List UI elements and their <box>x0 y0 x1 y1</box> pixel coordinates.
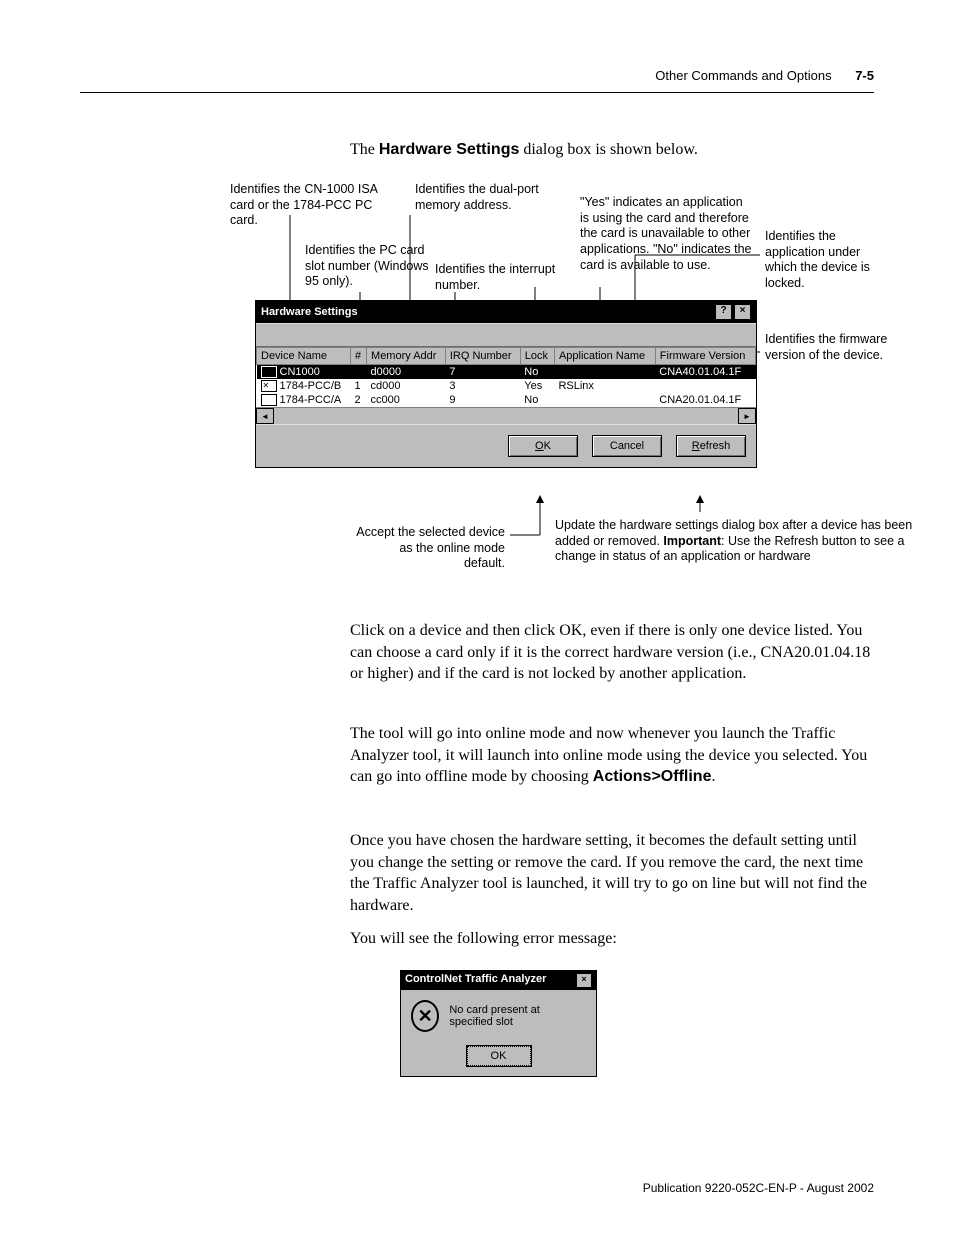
page: Other Commands and Options 7-5 The Hardw… <box>0 0 954 1235</box>
scroll-right-icon[interactable]: ► <box>738 408 756 424</box>
close-icon[interactable]: × <box>576 973 592 988</box>
table-row[interactable]: 1784-PCC/A2cc0009NoCNA20.01.04.1F <box>257 393 756 407</box>
error-titlebar: ControlNet Traffic Analyzer × <box>401 971 596 990</box>
section-title: Other Commands and Options <box>655 68 831 83</box>
device-icon <box>261 394 277 406</box>
error-message: No card present at specified slot <box>449 1004 586 1028</box>
callout-memory: Identifies the dual-port memory address. <box>415 182 545 213</box>
col-memory[interactable]: Memory Addr <box>367 348 446 365</box>
dialog-button-row: OK Cancel Refresh <box>256 424 756 467</box>
dialog-titlebar: Hardware Settings ? × <box>256 301 756 323</box>
close-icon[interactable]: × <box>734 304 751 320</box>
callout-slot: Identifies the PC card slot number (Wind… <box>305 243 435 290</box>
device-table[interactable]: Device Name # Memory Addr IRQ Number Loc… <box>256 347 756 407</box>
hardware-settings-label: Hardware Settings <box>379 141 519 158</box>
horizontal-scrollbar[interactable]: ◄ ► <box>256 407 756 424</box>
table-row[interactable]: 1784-PCC/B1cd0003YesRSLinx <box>257 379 756 393</box>
callout-device-name: Identifies the CN-1000 ISA card or the 1… <box>230 182 390 229</box>
error-title: ControlNet Traffic Analyzer <box>405 973 546 988</box>
callout-refresh: Update the hardware settings dialog box … <box>555 518 920 565</box>
running-head: Other Commands and Options 7-5 <box>655 68 874 83</box>
intro-line: The Hardware Settings dialog box is show… <box>350 140 874 161</box>
col-app[interactable]: Application Name <box>554 348 655 365</box>
scroll-left-icon[interactable]: ◄ <box>256 408 274 424</box>
cancel-button[interactable]: Cancel <box>592 435 662 457</box>
callout-irq: Identifies the interrupt number. <box>435 262 565 293</box>
paragraph-3: Once you have chosen the hardware settin… <box>350 830 874 916</box>
table-row[interactable]: CN1000d00007NoCNA40.01.04.1F <box>257 365 756 380</box>
paragraph-4: You will see the following error message… <box>350 928 874 950</box>
hardware-settings-dialog: Hardware Settings ? × Device Name # Memo… <box>255 300 757 468</box>
error-icon: ✕ <box>411 1000 439 1032</box>
actions-offline-label: Actions>Offline <box>593 768 712 785</box>
col-device-name[interactable]: Device Name <box>257 348 351 365</box>
dialog-title: Hardware Settings <box>261 306 358 318</box>
page-number: 7-5 <box>855 68 874 83</box>
col-firmware[interactable]: Firmware Version <box>655 348 755 365</box>
col-slot[interactable]: # <box>351 348 367 365</box>
col-lock[interactable]: Lock <box>520 348 554 365</box>
callout-ok: Accept the selected device as the online… <box>355 525 505 572</box>
header-rule <box>80 92 874 93</box>
paragraph-1: Click on a device and then click OK, eve… <box>350 620 874 685</box>
callout-lock: "Yes" indicates an application is using … <box>580 195 755 273</box>
publication-footer: Publication 9220-052C-EN-P - August 2002 <box>643 1181 874 1195</box>
refresh-button[interactable]: Refresh <box>676 435 746 457</box>
help-icon[interactable]: ? <box>715 304 732 320</box>
callout-firmware: Identifies the firmware version of the d… <box>765 332 895 363</box>
device-icon <box>261 366 277 378</box>
error-ok-button[interactable]: OK <box>467 1046 531 1066</box>
error-dialog: ControlNet Traffic Analyzer × ✕ No card … <box>400 970 597 1077</box>
table-header-row: Device Name # Memory Addr IRQ Number Loc… <box>257 348 756 365</box>
callout-app: Identifies the application under which t… <box>765 229 895 292</box>
col-irq[interactable]: IRQ Number <box>445 348 520 365</box>
device-icon <box>261 380 277 392</box>
dialog-toolbar <box>256 323 756 347</box>
paragraph-2: The tool will go into online mode and no… <box>350 723 874 788</box>
ok-button[interactable]: OK <box>508 435 578 457</box>
